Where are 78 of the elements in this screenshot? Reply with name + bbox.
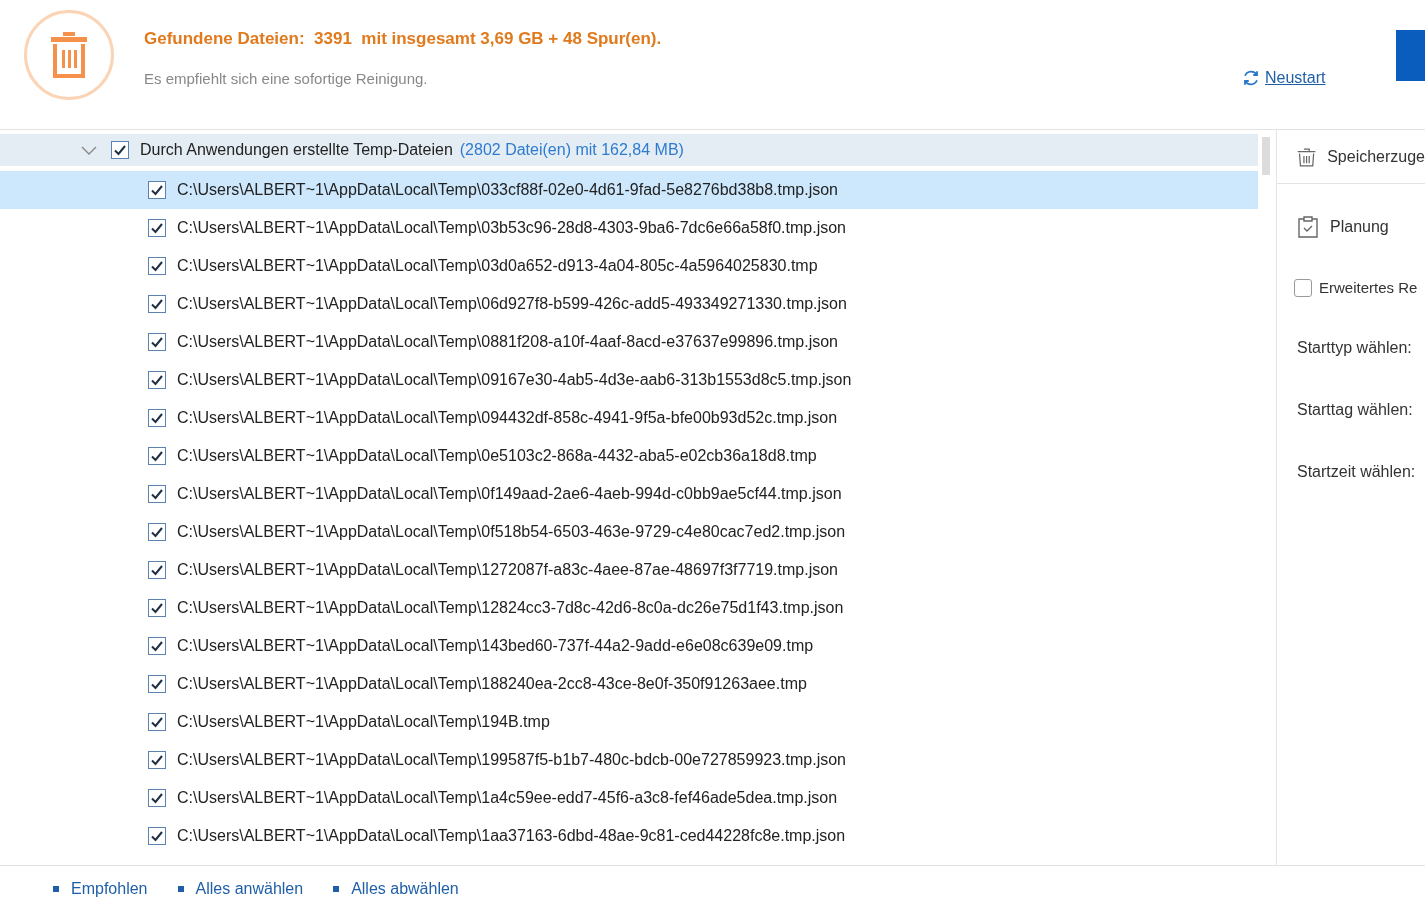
file-path: C:\Users\ALBERT~1\AppData\Local\Temp\0881f208-a10f-4aaf-8acd-e37637e99896.tmp.json — [177, 332, 838, 352]
bullet-icon — [177, 886, 184, 892]
clipboard-check-icon — [1296, 215, 1320, 239]
file-path: C:\Users\ALBERT~1\AppData\Local\Temp\0f518b54-6503-463e-9729-c4e80cac7ed2.tmp.json — [177, 522, 846, 542]
file-row[interactable]: C:\Users\ALBERT~1\AppData\Local\Temp\0881f208-a10f-4aaf-8acd-e37637e99896.tmp.json — [0, 323, 1258, 361]
file-row[interactable]: C:\Users\ALBERT~1\AppData\Local\Temp\1272087f-a83c-4aee-87ae-48697f3f7719.tmp.json — [0, 551, 1258, 589]
file-checkbox[interactable] — [148, 561, 166, 579]
option-checkbox[interactable] — [1294, 279, 1312, 298]
file-path: C:\Users\ALBERT~1\AppData\Local\Temp\1272087f-a83c-4aee-87ae-48697f3f7719.tmp.json — [177, 560, 838, 580]
file-path: C:\Users\ALBERT~1\AppData\Local\Temp\03d0a652-d913-4a04-805c-4a5964025830.tmp — [177, 256, 818, 276]
file-row[interactable]: C:\Users\ALBERT~1\AppData\Local\Temp\1a4c59ee-edd7-45f6-a3c8-fef46ade5dea.tmp.json — [0, 779, 1258, 817]
file-path: C:\Users\ALBERT~1\AppData\Local\Temp\03b53c96-28d8-4303-9ba6-7dc6e66a58f0.tmp.json — [177, 218, 846, 238]
file-row[interactable]: C:\Users\ALBERT~1\AppData\Local\Temp\09167e30-4ab5-4d3e-aab6-313b1553d8c5.tmp.json — [0, 361, 1258, 399]
field-label: Startzeit wählen: — [1297, 461, 1417, 482]
file-path: C:\Users\ALBERT~1\AppData\Local\Temp\1a4c59ee-edd7-45f6-a3c8-fef46ade5dea.tmp.json — [177, 788, 838, 808]
file-path: C:\Users\ALBERT~1\AppData\Local\Temp\1aa37163-6dbd-48ae-9c81-ced44228fc8e.tmp.json — [177, 826, 846, 846]
file-path: C:\Users\ALBERT~1\AppData\Local\Temp\0e5103c2-868a-4432-aba5-e02cb36a18d8.tmp — [177, 446, 817, 466]
file-checkbox[interactable] — [148, 713, 166, 731]
file-row[interactable]: C:\Users\ALBERT~1\AppData\Local\Temp\03b53c96-28d8-4303-9ba6-7dc6e66a58f0.tmp.json — [0, 209, 1258, 247]
file-row[interactable]: C:\Users\ALBERT~1\AppData\Local\Temp\188240ea-2cc8-43ce-8e0f-350f91263aee.tmp — [0, 665, 1258, 703]
file-row[interactable]: C:\Users\ALBERT~1\AppData\Local\Temp\03d0a652-d913-4a04-805c-4a5964025830.tmp — [0, 247, 1258, 285]
scrollbar-thumb[interactable] — [1262, 137, 1270, 175]
file-checkbox[interactable] — [148, 409, 166, 427]
group-label: Durch Anwendungen erstellte Temp-Dateien — [140, 140, 453, 160]
file-checkbox[interactable] — [148, 219, 166, 237]
file-path: C:\Users\ALBERT~1\AppData\Local\Temp\06d927f8-b599-426c-add5-493349271330.tmp.json — [177, 294, 847, 314]
option-label: Erweitertes Re — [1319, 278, 1418, 298]
refresh-icon — [1242, 69, 1260, 87]
field-label: Starttyp wählen: — [1297, 337, 1413, 358]
file-checkbox[interactable] — [148, 789, 166, 807]
file-checkbox[interactable] — [148, 371, 166, 389]
trash-icon — [24, 10, 114, 100]
file-path: C:\Users\ALBERT~1\AppData\Local\Temp\188240ea-2cc8-43ce-8e0f-350f91263aee.tmp — [177, 674, 807, 694]
file-path: C:\Users\ALBERT~1\AppData\Local\Temp\194B.tmp — [177, 712, 550, 732]
file-row[interactable]: C:\Users\ALBERT~1\AppData\Local\Temp\199587f5-b1b7-480c-bdcb-00e727859923.tmp.json — [0, 741, 1258, 779]
file-row[interactable]: C:\Users\ALBERT~1\AppData\Local\Temp\143bed60-737f-44a2-9add-e6e08c639e09.tmp — [0, 627, 1258, 665]
file-path: C:\Users\ALBERT~1\AppData\Local\Temp\199587f5-b1b7-480c-bdcb-00e727859923.tmp.json — [177, 750, 846, 770]
bullet-icon — [333, 886, 340, 892]
recommendation-text: Es empfiehlt sich eine sofortige Reinigung. — [144, 68, 429, 89]
file-checkbox[interactable] — [148, 751, 166, 769]
file-row[interactable]: C:\Users\ALBERT~1\AppData\Local\Temp\06d927f8-b599-426c-add5-493349271330.tmp.json — [0, 285, 1258, 323]
file-checkbox[interactable] — [148, 295, 166, 313]
file-row[interactable]: C:\Users\ALBERT~1\AppData\Local\Temp\194B.tmp — [0, 703, 1258, 741]
results-title: Gefundene Dateien: 3391 mit insgesamt 3,69 GB + 48 Spur(en). — [144, 28, 662, 50]
file-row[interactable]: C:\Users\ALBERT~1\AppData\Local\Temp\094432df-858c-4941-9f5a-bfe00b93d52c.tmp.json — [0, 399, 1258, 437]
field-label: Starttag wählen: — [1297, 399, 1414, 420]
footer-link[interactable]: Alles abwählen — [333, 877, 459, 901]
file-checkbox[interactable] — [148, 257, 166, 275]
file-path: C:\Users\ALBERT~1\AppData\Local\Temp\094432df-858c-4941-9f5a-bfe00b93d52c.tmp.json — [177, 408, 838, 428]
file-row[interactable]: C:\Users\ALBERT~1\AppData\Local\Temp\0f518b54-6503-463e-9729-c4e80cac7ed2.tmp.json — [0, 513, 1258, 551]
file-path: C:\Users\ALBERT~1\AppData\Local\Temp\09167e30-4ab5-4d3e-aab6-313b1553d8c5.tmp.json — [177, 370, 852, 390]
file-row[interactable]: C:\Users\ALBERT~1\AppData\Local\Temp\033cf88f-02e0-4d61-9fad-5e8276bd38b8.tmp.json — [0, 171, 1258, 209]
file-row[interactable]: C:\Users\ALBERT~1\AppData\Local\Temp\1aa37163-6dbd-48ae-9c81-ced44228fc8e.tmp.json — [0, 817, 1258, 855]
file-path: C:\Users\ALBERT~1\AppData\Local\Temp\12824cc3-7d8c-42d6-8c0a-dc26e75d1f43.tmp.json — [177, 598, 844, 618]
file-path: C:\Users\ALBERT~1\AppData\Local\Temp\033cf88f-02e0-4d61-9fad-5e8276bd38b8.tmp.json — [177, 180, 838, 200]
footer-link[interactable]: Empfohlen — [53, 877, 148, 901]
schedule-title: Planung — [1330, 217, 1389, 237]
file-row[interactable]: C:\Users\ALBERT~1\AppData\Local\Temp\12824cc3-7d8c-42d6-8c0a-dc26e75d1f43.tmp.json — [0, 589, 1258, 627]
file-checkbox[interactable] — [148, 599, 166, 617]
file-checkbox[interactable] — [148, 485, 166, 503]
bullet-icon — [53, 886, 59, 892]
section-title: Speicherzuge — [1327, 146, 1425, 167]
group-checkbox[interactable] — [111, 141, 129, 159]
file-checkbox[interactable] — [148, 181, 166, 199]
file-path: C:\Users\ALBERT~1\AppData\Local\Temp\0f149aad-2ae6-4aeb-994d-c0bb9ae5cf44.tmp.json — [177, 484, 842, 504]
file-checkbox[interactable] — [148, 523, 166, 541]
file-checkbox[interactable] — [148, 447, 166, 465]
file-checkbox[interactable] — [148, 333, 166, 351]
tree-group-row[interactable]: Durch Anwendungen erstellte Temp-Dateien (2802 Datei(en) mit 162,84 MB) — [0, 134, 1258, 166]
file-checkbox[interactable] — [148, 637, 166, 655]
file-row[interactable]: C:\Users\ALBERT~1\AppData\Local\Temp\0e5103c2-868a-4432-aba5-e02cb36a18d8.tmp — [0, 437, 1258, 475]
group-info: (2802 Datei(en) mit 162,84 MB) — [459, 140, 684, 160]
file-checkbox[interactable] — [148, 827, 166, 845]
footer-link[interactable]: Alles anwählen — [177, 877, 304, 901]
restart-link[interactable]: Neustart — [1242, 66, 1326, 90]
file-path: C:\Users\ALBERT~1\AppData\Local\Temp\143bed60-737f-44a2-9add-e6e08c639e09.tmp — [177, 636, 814, 656]
file-row[interactable]: C:\Users\ALBERT~1\AppData\Local\Temp\0f149aad-2ae6-4aeb-994d-c0bb9ae5cf44.tmp.json — [0, 475, 1258, 513]
file-checkbox[interactable] — [148, 675, 166, 693]
